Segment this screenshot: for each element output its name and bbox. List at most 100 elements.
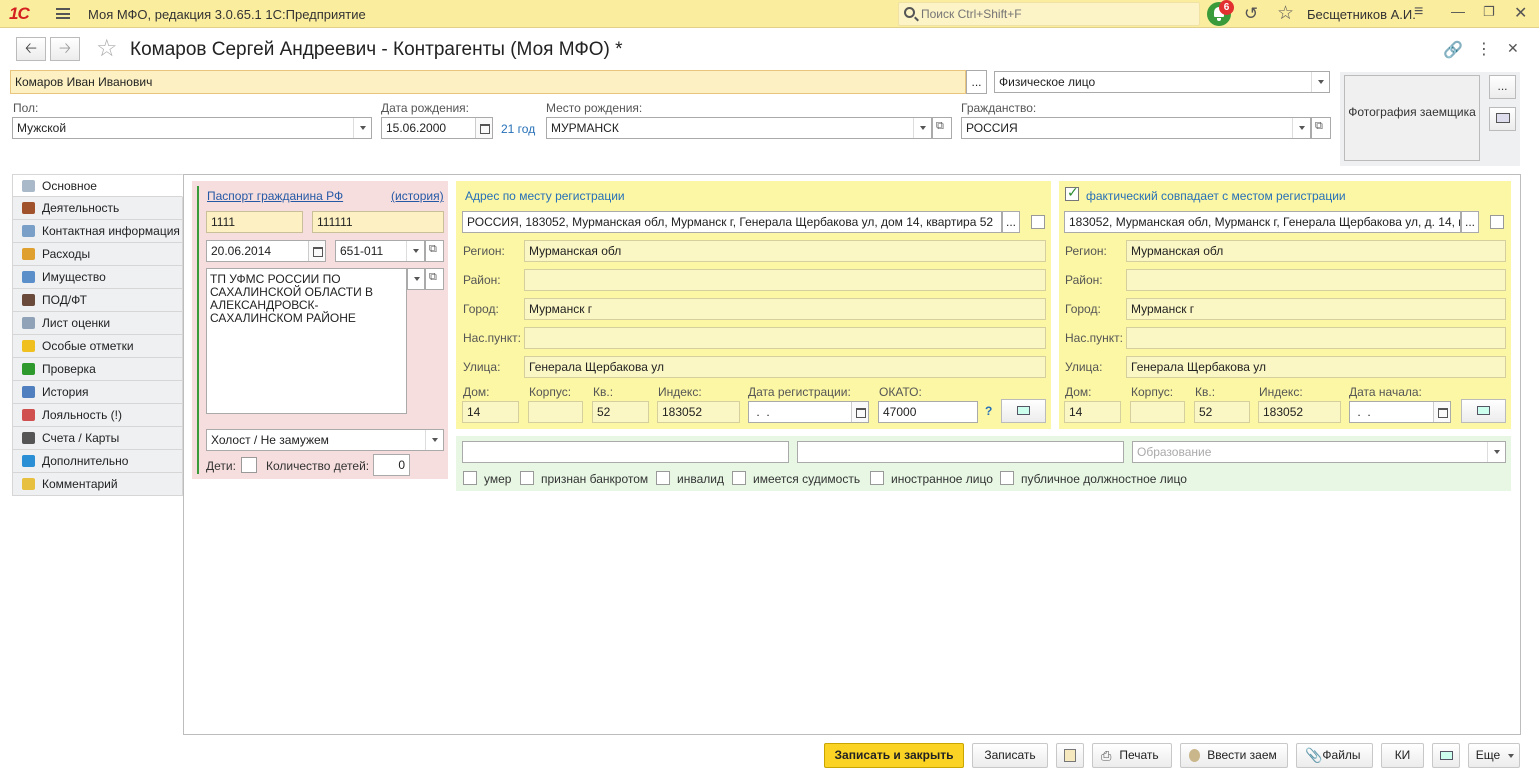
reg-apt-field[interactable]: 52 <box>592 401 649 423</box>
chevron-down-icon[interactable] <box>406 241 424 261</box>
calendar-icon[interactable] <box>851 402 868 422</box>
chevron-down-icon[interactable] <box>407 268 425 290</box>
okato-help-icon[interactable]: ? <box>985 404 992 418</box>
chevron-down-icon[interactable] <box>1487 442 1505 462</box>
sidebar-item[interactable]: Расходы <box>12 243 183 266</box>
bookmark-star-icon[interactable]: ☆ <box>96 34 118 63</box>
calendar-icon[interactable] <box>1433 402 1450 422</box>
close-window-icon[interactable]: ✕ <box>1514 3 1527 23</box>
favorites-star-icon[interactable]: ☆ <box>1277 2 1294 25</box>
fact-street-field[interactable]: Генерала Щербакова ул <box>1126 356 1506 378</box>
calendar-icon[interactable] <box>475 118 492 138</box>
kids-count-field[interactable]: 0 <box>373 454 410 476</box>
fact-district-field[interactable] <box>1126 269 1506 291</box>
save-button[interactable]: Записать <box>972 743 1048 768</box>
factual-address-checkbox[interactable] <box>1490 215 1504 229</box>
search-input[interactable] <box>921 6 1191 22</box>
dob-field[interactable]: 15.06.2000 <box>381 117 493 139</box>
flag-checkbox[interactable] <box>1000 471 1014 485</box>
factual-same-label[interactable]: фактический совпадает с местом регистрац… <box>1086 189 1346 203</box>
education-select[interactable]: Образование <box>1132 441 1506 463</box>
more-button[interactable]: Еще <box>1468 743 1520 768</box>
link-icon[interactable]: 🔗 <box>1443 40 1463 60</box>
kids-checkbox[interactable] <box>241 457 257 473</box>
close-form-icon[interactable]: ✕ <box>1507 40 1519 57</box>
reg-city-field[interactable]: Мурманск г <box>524 298 1046 320</box>
fact-house-field[interactable]: 14 <box>1064 401 1121 423</box>
back-button[interactable]: 🡠 <box>16 37 46 61</box>
sidebar-item[interactable]: ПОД/ФТ <box>12 289 183 312</box>
birthplace-select[interactable]: МУРМАНСК <box>546 117 932 139</box>
counterparty-type-select[interactable]: Физическое лицо <box>994 71 1330 93</box>
chevron-down-icon[interactable] <box>1311 72 1329 92</box>
fact-korpus-field[interactable] <box>1130 401 1185 423</box>
sex-select[interactable]: Мужской <box>12 117 372 139</box>
fact-region-field[interactable]: Мурманская обл <box>1126 240 1506 262</box>
flag-label[interactable]: умер <box>484 472 511 486</box>
save-and-close-button[interactable]: Записать и закрыть <box>824 743 964 768</box>
passport-type-link[interactable]: Паспорт гражданина РФ <box>207 189 343 203</box>
sidebar-item[interactable]: Контактная информация <box>12 220 183 243</box>
flag-checkbox[interactable] <box>463 471 477 485</box>
sidebar-item[interactable]: Проверка <box>12 358 183 381</box>
chevron-down-icon[interactable] <box>353 118 371 138</box>
flag-label[interactable]: иностранное лицо <box>891 472 993 486</box>
extra-field-2[interactable] <box>797 441 1124 463</box>
name-select-button[interactable]: ... <box>966 70 987 94</box>
sidebar-item[interactable]: Счета / Карты <box>12 427 183 450</box>
credit-history-button[interactable]: КИ <box>1381 743 1424 768</box>
settings-menu-icon[interactable]: ≡ <box>1414 3 1423 21</box>
photo-menu-button[interactable]: ... <box>1489 75 1516 99</box>
passport-code-select[interactable]: 651-011 <box>335 240 425 262</box>
issued-by-open-button[interactable]: ⧉ <box>425 268 444 290</box>
fact-apt-field[interactable]: 52 <box>1194 401 1250 423</box>
passport-issue-date-field[interactable]: 20.06.2014 <box>206 240 326 262</box>
okato-field[interactable]: 47000 <box>878 401 978 423</box>
citizenship-open-button[interactable]: ⧉ <box>1311 117 1331 139</box>
factual-full-address-field[interactable]: 183052, Мурманская обл, Мурманск г, Гене… <box>1064 211 1461 233</box>
reg-address-card-button[interactable] <box>1001 399 1046 423</box>
borrower-photo[interactable]: Фотография заемщика <box>1344 75 1480 161</box>
fact-locality-field[interactable] <box>1126 327 1506 349</box>
files-button[interactable]: 📎 Файлы <box>1296 743 1373 768</box>
full-name-field[interactable]: Комаров Иван Иванович <box>10 70 966 94</box>
citizenship-select[interactable]: РОССИЯ <box>961 117 1311 139</box>
sidebar-item[interactable]: Лист оценки <box>12 312 183 335</box>
history-icon[interactable]: ↺ <box>1244 4 1258 24</box>
passport-history-link[interactable]: (история) <box>391 189 444 203</box>
registration-full-address-field[interactable]: РОССИЯ, 183052, Мурманская обл, Мурманск… <box>462 211 1002 233</box>
forward-button[interactable]: 🡢 <box>50 37 80 61</box>
reg-region-field[interactable]: Мурманская обл <box>524 240 1046 262</box>
chevron-down-icon[interactable] <box>913 118 931 138</box>
flag-checkbox[interactable] <box>656 471 670 485</box>
sidebar-item[interactable]: Лояльность (!) <box>12 404 183 427</box>
fact-start-date-field[interactable]: . . <box>1349 401 1451 423</box>
reg-house-field[interactable]: 14 <box>462 401 519 423</box>
marital-status-select[interactable]: Холост / Не замужем <box>206 429 444 451</box>
flag-checkbox[interactable] <box>520 471 534 485</box>
card-button[interactable] <box>1432 743 1460 768</box>
passport-series-field[interactable]: 1111 <box>206 211 303 233</box>
print-button[interactable]: ⎙ Печать <box>1092 743 1172 768</box>
sidebar-item[interactable]: Имущество <box>12 266 183 289</box>
flag-label[interactable]: инвалид <box>677 472 724 486</box>
current-user[interactable]: Бесщетников А.И. <box>1307 7 1416 22</box>
photo-camera-button[interactable] <box>1489 107 1516 131</box>
sidebar-item[interactable]: Комментарий <box>12 473 183 496</box>
registration-address-select-button[interactable]: ... <box>1002 211 1020 233</box>
fact-address-card-button[interactable] <box>1461 399 1506 423</box>
sidebar-item[interactable]: Дополнительно <box>12 450 183 473</box>
flag-checkbox[interactable] <box>732 471 746 485</box>
reg-district-field[interactable] <box>524 269 1046 291</box>
fact-city-field[interactable]: Мурманск г <box>1126 298 1506 320</box>
reg-street-field[interactable]: Генерала Щербакова ул <box>524 356 1046 378</box>
reg-date-field[interactable]: . . <box>748 401 869 423</box>
calendar-icon[interactable] <box>308 241 325 261</box>
flag-label[interactable]: публичное должностное лицо <box>1021 472 1187 486</box>
flag-checkbox[interactable] <box>870 471 884 485</box>
restore-icon[interactable]: ❐ <box>1483 4 1495 20</box>
sidebar-item[interactable]: Особые отметки <box>12 335 183 358</box>
main-menu-icon[interactable] <box>56 8 70 19</box>
global-search[interactable] <box>898 2 1200 26</box>
birthplace-open-button[interactable]: ⧉ <box>932 117 952 139</box>
